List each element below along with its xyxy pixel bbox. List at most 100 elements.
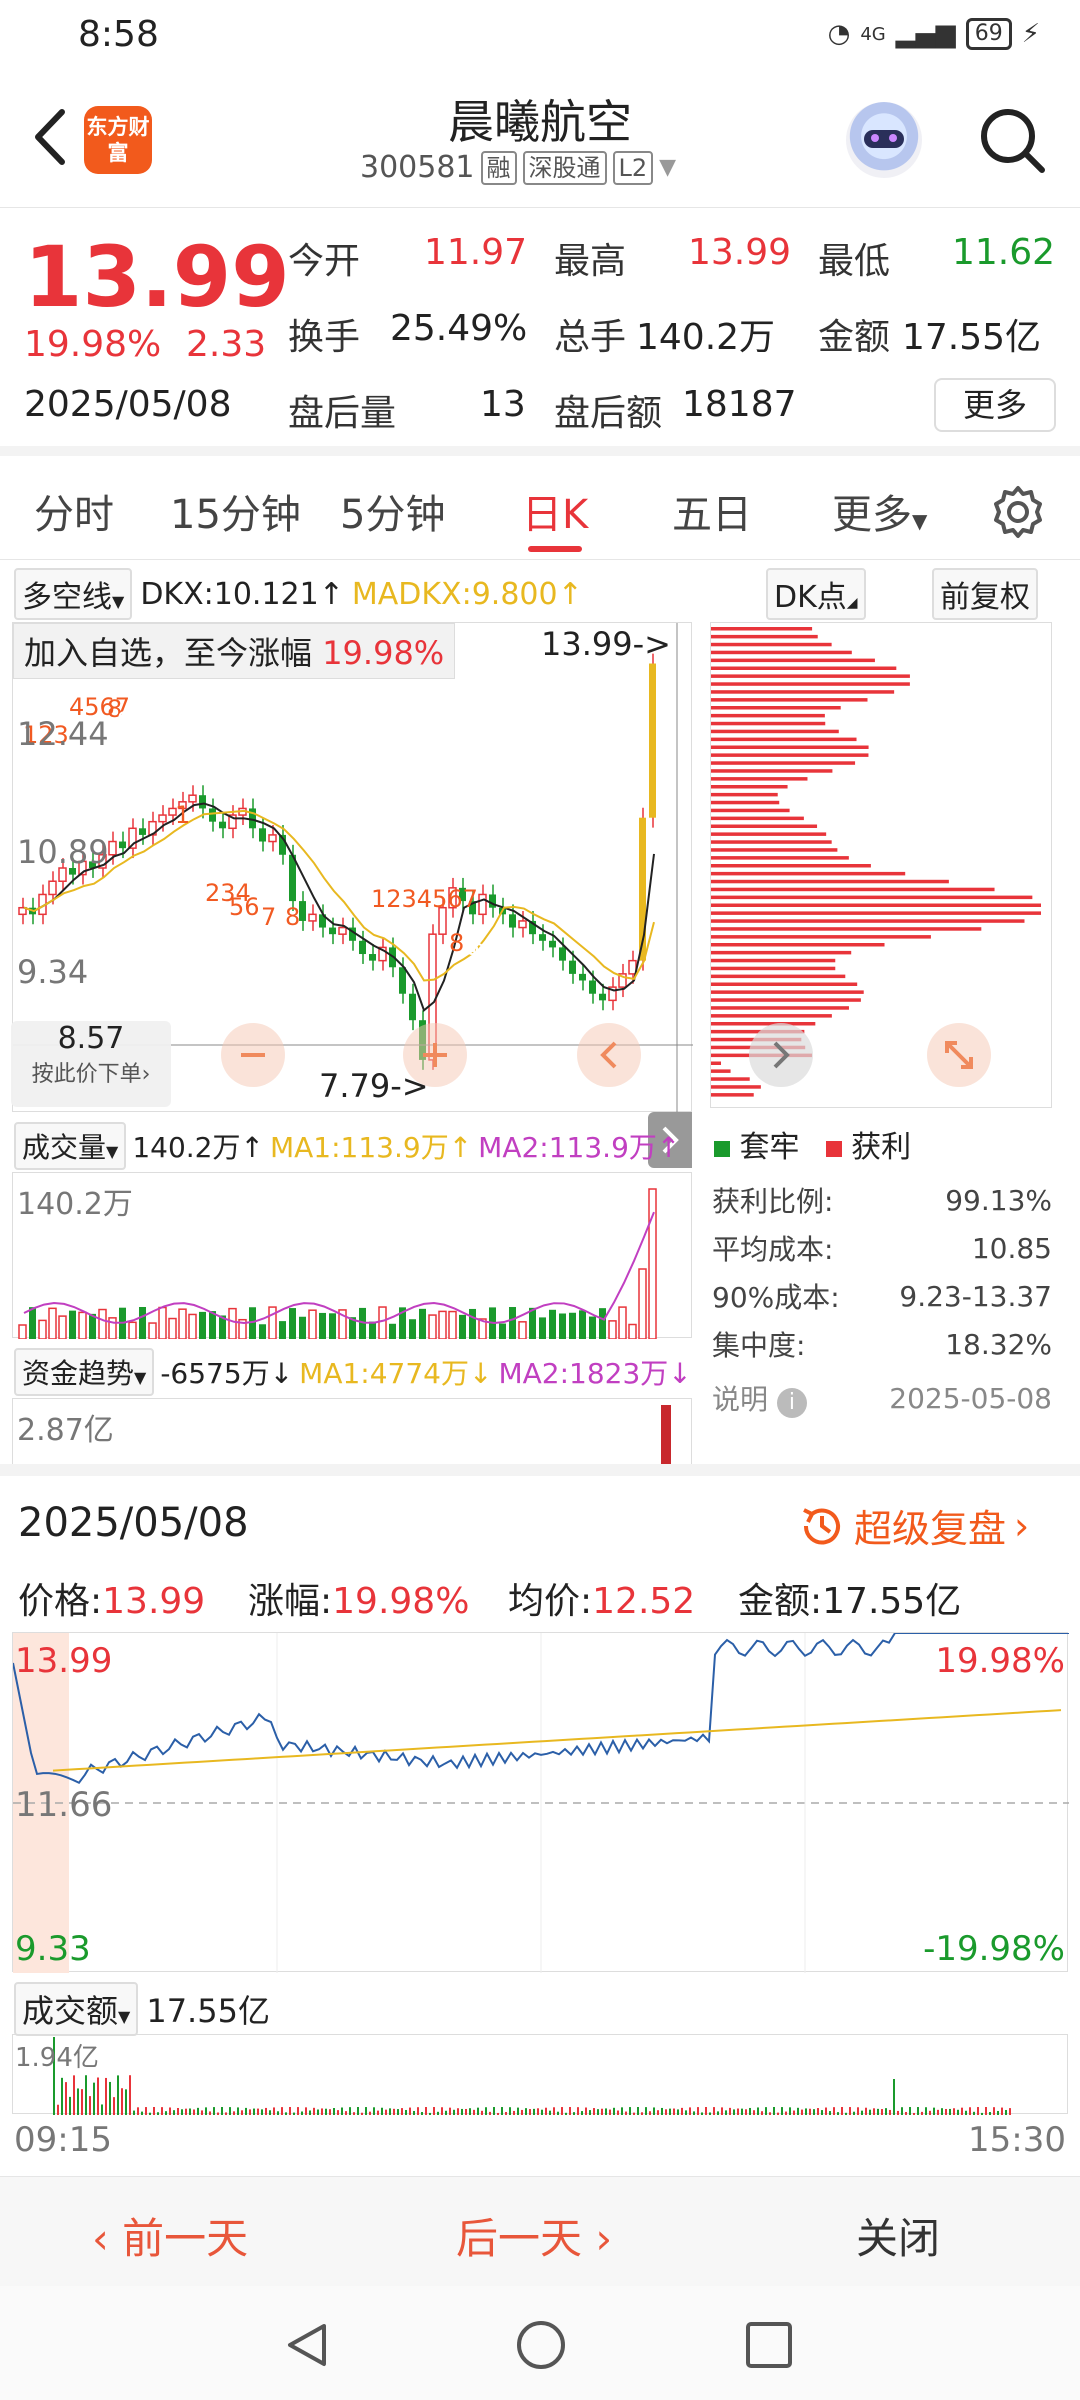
indicator-select[interactable]: 多空线▼ — [14, 568, 133, 620]
amount-bar — [1001, 2107, 1003, 2115]
sequence-marker: 9 — [117, 707, 132, 735]
volume-bar — [279, 1321, 286, 1339]
expand-icon — [945, 1041, 973, 1069]
more-button[interactable]: 更多 — [934, 378, 1056, 432]
time-start: 09:15 — [14, 2120, 112, 2160]
dk-points-select[interactable]: DK点◢ — [766, 568, 866, 620]
intraday-amount-chart[interactable]: 1.94亿 — [12, 2034, 1068, 2115]
fullscreen-button[interactable] — [927, 1023, 991, 1087]
volume-bar — [529, 1307, 536, 1339]
legend-trapped-text: 套牢 — [739, 1130, 800, 1165]
amount-select[interactable]: 成交额▼ — [14, 1982, 139, 2036]
amount-bar — [357, 2107, 359, 2115]
candle — [308, 913, 317, 922]
volume-ma2-text: MA2:113.9万 — [478, 1131, 657, 1164]
super-replay-button[interactable]: 超级复盘 › — [798, 1498, 1029, 1553]
chip-bar — [711, 769, 833, 773]
volume-bar — [409, 1319, 416, 1339]
after-hours-amount-label: 盘后额 — [554, 393, 663, 434]
chip-bar — [711, 785, 788, 789]
zoom-out-button[interactable] — [221, 1023, 285, 1087]
cursor-price-box[interactable]: 8.57 按此价下单› — [11, 1021, 171, 1107]
kline-chart[interactable]: 123 4567 8 9 1 234 56 7 8 9 1234567 8 9 加入自选，至今涨幅 19… — [11, 622, 693, 1113]
candle — [649, 663, 656, 818]
change-amount: 2.33 — [186, 324, 267, 365]
review-amount-value: 17.55亿 — [822, 1581, 962, 1622]
amount-bar — [673, 2108, 675, 2115]
chip-note[interactable]: 说明 i — [712, 1378, 807, 1418]
close-button[interactable]: 关闭 — [856, 2205, 940, 2266]
search-button[interactable] — [978, 106, 1048, 176]
watchlist-note[interactable]: 加入自选，至今涨幅 19.98% — [13, 623, 456, 679]
super-replay-label: 超级复盘 — [854, 1507, 1007, 1551]
candle — [259, 828, 266, 842]
intraday-chart[interactable]: 13.99 11.66 9.33 19.98% -19.98% — [12, 1632, 1069, 1973]
chip-bar — [711, 706, 841, 710]
tab-daily-k[interactable]: 日K — [522, 482, 588, 540]
volume-ma1-text: MA1:113.9万 — [269, 1131, 449, 1164]
prev-day-button[interactable]: ‹ 前一天 — [92, 2205, 248, 2266]
nav-back-icon[interactable] — [282, 2320, 332, 2370]
chip-bar — [711, 974, 846, 979]
amount-bar — [737, 2108, 739, 2115]
chip-bar — [711, 966, 836, 971]
status-time: 8:58 — [78, 14, 159, 55]
stat-label: 获利比例: — [712, 1185, 834, 1218]
candle — [509, 914, 516, 928]
fund-chart[interactable]: 2.87亿 — [12, 1398, 692, 1465]
volume-select[interactable]: 成交量▼ — [14, 1122, 127, 1170]
amount-bar — [593, 2108, 595, 2115]
tab-more[interactable]: 更多▼ — [832, 482, 927, 540]
chip-distribution-chart[interactable] — [710, 622, 1052, 1108]
chip-bar — [711, 824, 818, 828]
tab-intraday[interactable]: 分时 — [34, 482, 114, 540]
connect-tag: 深股通 — [522, 150, 607, 185]
volume-chart[interactable]: 140.2万 — [12, 1172, 692, 1340]
tab-5day[interactable]: 五日 — [672, 482, 752, 540]
amount-bar — [713, 2107, 715, 2115]
stock-code-row[interactable]: 300581 融 深股通 L2 ▼ — [360, 150, 676, 185]
chip-bar — [711, 737, 857, 742]
amount-bar — [61, 2077, 63, 2115]
fund-select[interactable]: 资金趋势▼ — [14, 1348, 155, 1396]
after-hours-amount-value: 18187 — [682, 384, 797, 425]
candle — [478, 893, 487, 916]
amount-bar — [321, 2108, 323, 2115]
chip-bar — [711, 721, 826, 726]
after-hours-volume-value: 13 — [480, 384, 526, 425]
chevron-right-icon — [773, 1041, 790, 1069]
tab-15min[interactable]: 15分钟 — [170, 482, 301, 540]
nav-recents-icon[interactable] — [744, 2320, 794, 2370]
amount-bar — [493, 2107, 495, 2115]
chevron-right-icon: › — [582, 2214, 613, 2263]
next-day-button[interactable]: 后一天 › — [456, 2205, 612, 2266]
amount-bar — [261, 2109, 263, 2115]
assistant-robot-icon[interactable] — [846, 102, 922, 178]
amount-bar — [469, 2108, 471, 2115]
scroll-left-button[interactable] — [577, 1023, 641, 1087]
candle — [219, 821, 226, 829]
amount-bar — [349, 2107, 351, 2115]
volume-bar — [499, 1323, 506, 1339]
amount-bar — [925, 2107, 927, 2115]
scroll-right-button[interactable] — [749, 1023, 813, 1087]
chip-bar — [711, 698, 868, 702]
volume-bar — [29, 1307, 36, 1339]
amount-bar — [573, 2112, 575, 2115]
adjust-select[interactable]: 前复权 — [932, 568, 1038, 620]
nav-home-icon[interactable] — [514, 2318, 568, 2372]
watchlist-gain: 19.98% — [322, 634, 445, 672]
volume-bar — [589, 1316, 596, 1339]
settings-gear-icon[interactable] — [990, 484, 1046, 540]
amount-bar — [629, 2107, 631, 2115]
fund-bar — [661, 1405, 671, 1465]
amount-bar — [549, 2110, 551, 2115]
current-price: 13.99 — [24, 228, 290, 326]
zoom-in-button[interactable] — [403, 1023, 467, 1087]
amount-bar — [853, 2111, 855, 2115]
candle — [579, 973, 586, 981]
amount-bar — [405, 2109, 407, 2115]
chip-bar — [711, 982, 858, 986]
amount-bar — [473, 2109, 475, 2115]
tab-5min[interactable]: 5分钟 — [340, 482, 445, 540]
